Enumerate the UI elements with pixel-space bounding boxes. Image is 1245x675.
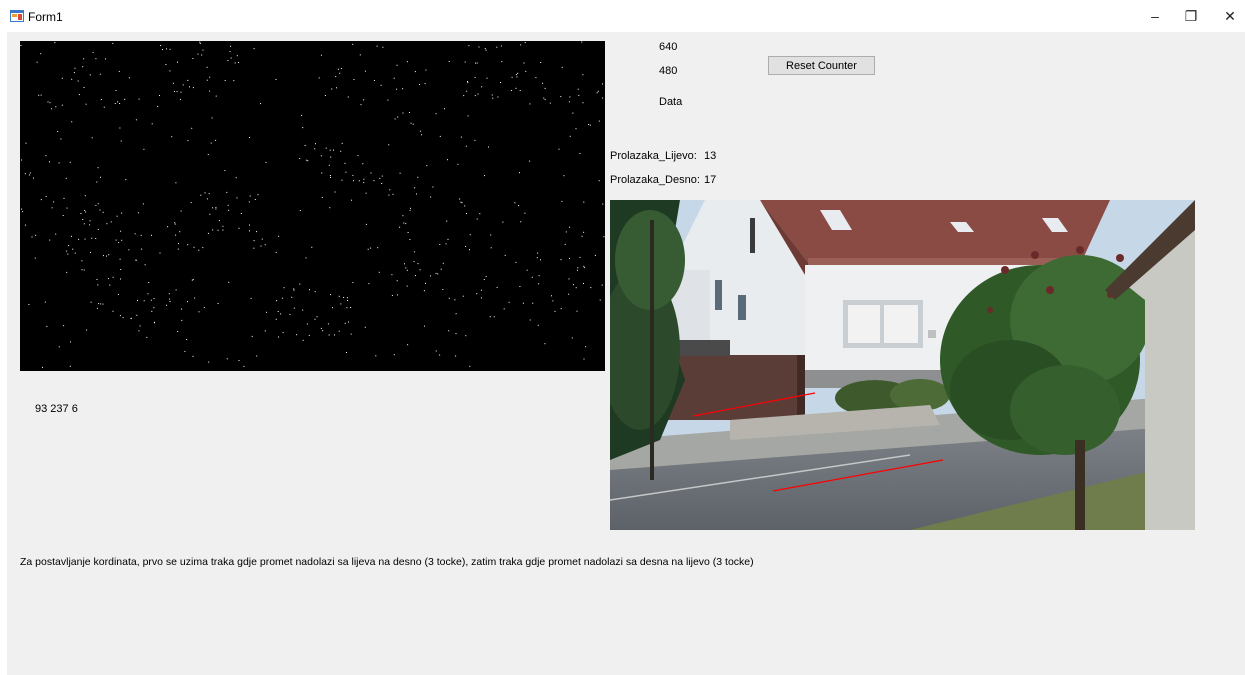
- form-client-area: 640 480 Data Reset Counter Prolazaka_Lij…: [7, 32, 1245, 675]
- instructions-label: Za postavljanje kordinata, prvo se uzima…: [20, 556, 754, 568]
- title-bar: Form1 – ❐ ✕: [0, 0, 1245, 32]
- height-label: 480: [659, 65, 678, 77]
- close-icon: ✕: [1224, 7, 1236, 24]
- right-count-value: 17: [704, 174, 717, 186]
- restore-icon: ❐: [1184, 7, 1198, 24]
- right-count-label: Prolazaka_Desno:: [610, 174, 700, 186]
- camera-feed-picturebox[interactable]: [610, 200, 1195, 530]
- close-button[interactable]: ✕: [1207, 0, 1245, 32]
- reset-counter-button[interactable]: Reset Counter: [768, 56, 875, 75]
- window-title: Form1: [28, 10, 63, 24]
- camera-feed-image: [610, 200, 1195, 530]
- width-label: 640: [659, 41, 678, 53]
- motion-mask-image: [20, 41, 605, 368]
- left-count-value: 13: [704, 150, 717, 162]
- data-label: Data: [659, 96, 683, 108]
- motion-mask-picturebox[interactable]: [20, 41, 605, 371]
- minimize-icon: –: [1151, 8, 1159, 24]
- coordinates-label: 93 237 6: [35, 403, 78, 415]
- app-icon: [10, 10, 24, 22]
- left-count-label: Prolazaka_Lijevo:: [610, 150, 697, 162]
